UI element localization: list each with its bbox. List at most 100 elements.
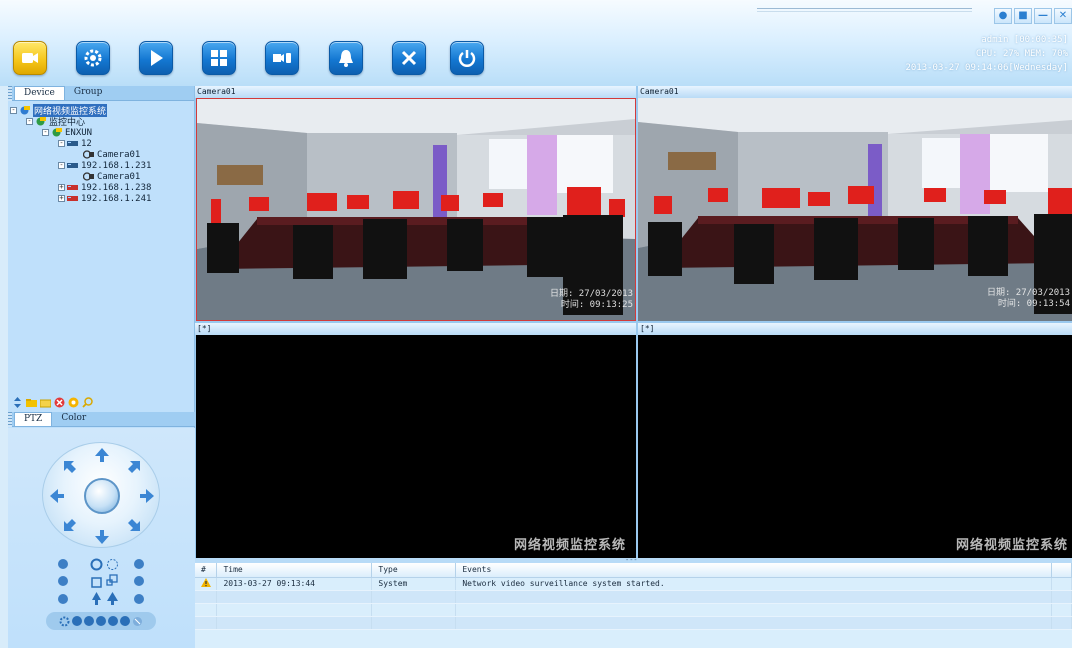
tab-ptz[interactable]: PTZ [14, 412, 53, 426]
bell-icon [339, 50, 353, 67]
gear-icon [84, 49, 102, 67]
wiper-icon[interactable] [106, 592, 119, 605]
search-icon[interactable] [82, 396, 93, 408]
col-events[interactable]: Events [455, 563, 1052, 578]
col-time[interactable]: Time [216, 563, 373, 578]
video-pane-1[interactable]: 日期: 27/03/2013 时间: 09:13:25 [196, 98, 636, 321]
layout-button[interactable] [202, 41, 236, 75]
collapse-toggle[interactable]: - [58, 140, 65, 147]
tree-node-label: Camera01 [97, 149, 141, 160]
tree-node[interactable]: - ENXUN [10, 127, 192, 138]
ptz-center-button[interactable] [84, 478, 120, 514]
status-block: admin [00:00:35] CPU: 27% MEM: 70% 2013-… [905, 33, 1068, 75]
ptz-panel-grip[interactable] [8, 412, 12, 427]
video-pane-4[interactable]: 网络视频监控系统 [638, 335, 1072, 559]
settings-button[interactable] [76, 41, 110, 75]
preset-right-dot[interactable] [134, 594, 144, 604]
iris-open-dot[interactable] [134, 576, 144, 586]
speed-level-2[interactable] [84, 616, 94, 626]
zoom-wide-icon[interactable] [90, 576, 103, 589]
arrow-down-icon[interactable] [94, 529, 110, 545]
tree-node[interactable]: - 12 [10, 138, 192, 149]
zoom-out-dot[interactable] [58, 559, 68, 569]
speed-gear-icon [59, 616, 70, 626]
playback-button[interactable] [139, 41, 173, 75]
tree-node[interactable]: Camera01 [10, 149, 192, 160]
focus-far-icon[interactable] [106, 558, 119, 571]
speed-level-3[interactable] [96, 616, 106, 626]
pane-3-title: [*] [195, 323, 636, 335]
empty-row [195, 590, 1072, 604]
collapse-toggle[interactable]: - [10, 107, 17, 114]
tree-node-label: Camera01 [97, 171, 141, 182]
pane-1-osd: 日期: 27/03/2013 时间: 09:13:25 [550, 289, 633, 311]
sort-icon[interactable] [12, 396, 23, 408]
arrow-right-icon[interactable] [139, 488, 155, 504]
warning-icon [201, 578, 211, 587]
video-pane-3[interactable]: 网络视频监控系统 [196, 335, 636, 559]
col-type[interactable]: Type [371, 563, 457, 578]
tree-toolbar [8, 392, 195, 412]
alarm-button[interactable] [329, 41, 363, 75]
folder-icon[interactable] [40, 397, 51, 408]
speed-level-1[interactable] [72, 616, 82, 626]
video-pane-2[interactable]: 日期: 27/03/2013 时间: 09:13:54 [638, 98, 1072, 321]
speed-reset-icon[interactable] [132, 616, 143, 627]
system-icon [20, 106, 30, 115]
ptz-tab-strip: PTZ Color [8, 412, 195, 427]
minimize-button[interactable]: — [1034, 8, 1052, 24]
cpu-mem-usage: CPU: 27% MEM: 70% [975, 49, 1068, 59]
arrow-left-icon[interactable] [49, 488, 65, 504]
title-line [757, 8, 972, 12]
zoom-tele-icon[interactable] [106, 574, 119, 587]
tab-device[interactable]: Device [14, 86, 65, 100]
refresh-icon[interactable] [68, 397, 79, 408]
camera-icon [83, 150, 94, 159]
current-datetime: 2013-03-27 09:14:06[Wednesday] [905, 63, 1068, 73]
lock-icon[interactable]: ■ [1014, 8, 1032, 24]
light-icon[interactable] [90, 592, 103, 605]
tree-node[interactable]: +192.168.1.241 [10, 193, 192, 204]
tab-group[interactable]: Group [65, 86, 111, 100]
record-camera-icon [273, 53, 291, 63]
tab-color[interactable]: Color [52, 412, 95, 426]
open-folder-icon[interactable] [26, 397, 37, 408]
arrow-up-right-icon[interactable] [126, 459, 142, 475]
expand-toggle[interactable]: + [58, 184, 65, 191]
collapse-toggle[interactable]: - [58, 162, 65, 169]
camera-button[interactable] [13, 41, 47, 75]
col-number[interactable]: # [195, 563, 218, 578]
record-button[interactable] [265, 41, 299, 75]
zoom-in-dot[interactable] [134, 559, 144, 569]
table-row[interactable]: 2013-03-27 09:13:44 System Network video… [195, 577, 1072, 591]
collapse-toggle[interactable]: - [42, 129, 49, 136]
tree-node[interactable]: - 192.168.1.231 [10, 160, 192, 171]
panel-grip[interactable] [8, 86, 12, 101]
tree-node[interactable]: - 监控中心 [10, 116, 192, 128]
arrow-down-left-icon[interactable] [62, 517, 78, 533]
speed-level-4[interactable] [108, 616, 118, 626]
tools-button[interactable] [392, 41, 426, 75]
arrow-up-icon[interactable] [94, 447, 110, 463]
arrow-up-left-icon[interactable] [62, 459, 78, 475]
tree-node[interactable]: Camera01 [10, 171, 192, 182]
speed-level-5[interactable] [120, 616, 130, 626]
ptz-speed-bar[interactable] [46, 612, 156, 630]
preset-left-dot[interactable] [58, 594, 68, 604]
tree-node-label: 192.168.1.241 [81, 193, 152, 204]
grid-icon [211, 50, 227, 66]
focus-near-icon[interactable] [90, 558, 103, 571]
iris-close-dot[interactable] [58, 576, 68, 586]
close-button[interactable]: ✕ [1054, 8, 1072, 24]
arrow-down-right-icon[interactable] [126, 517, 142, 533]
expand-toggle[interactable]: + [58, 195, 65, 202]
tree-node[interactable]: - 网络视频监控系统 [10, 104, 192, 117]
collapse-toggle[interactable]: - [26, 118, 33, 125]
delete-icon[interactable] [54, 397, 65, 408]
pane-2-osd-time: 时间: 09:13:54 [997, 299, 1070, 309]
power-button[interactable] [450, 41, 484, 75]
pane-1-osd-date: 日期: 27/03/2013 [549, 289, 633, 299]
tree-node[interactable]: +192.168.1.238 [10, 182, 192, 193]
user-icon[interactable]: ● [994, 8, 1012, 24]
camera-feed-1 [197, 99, 635, 320]
